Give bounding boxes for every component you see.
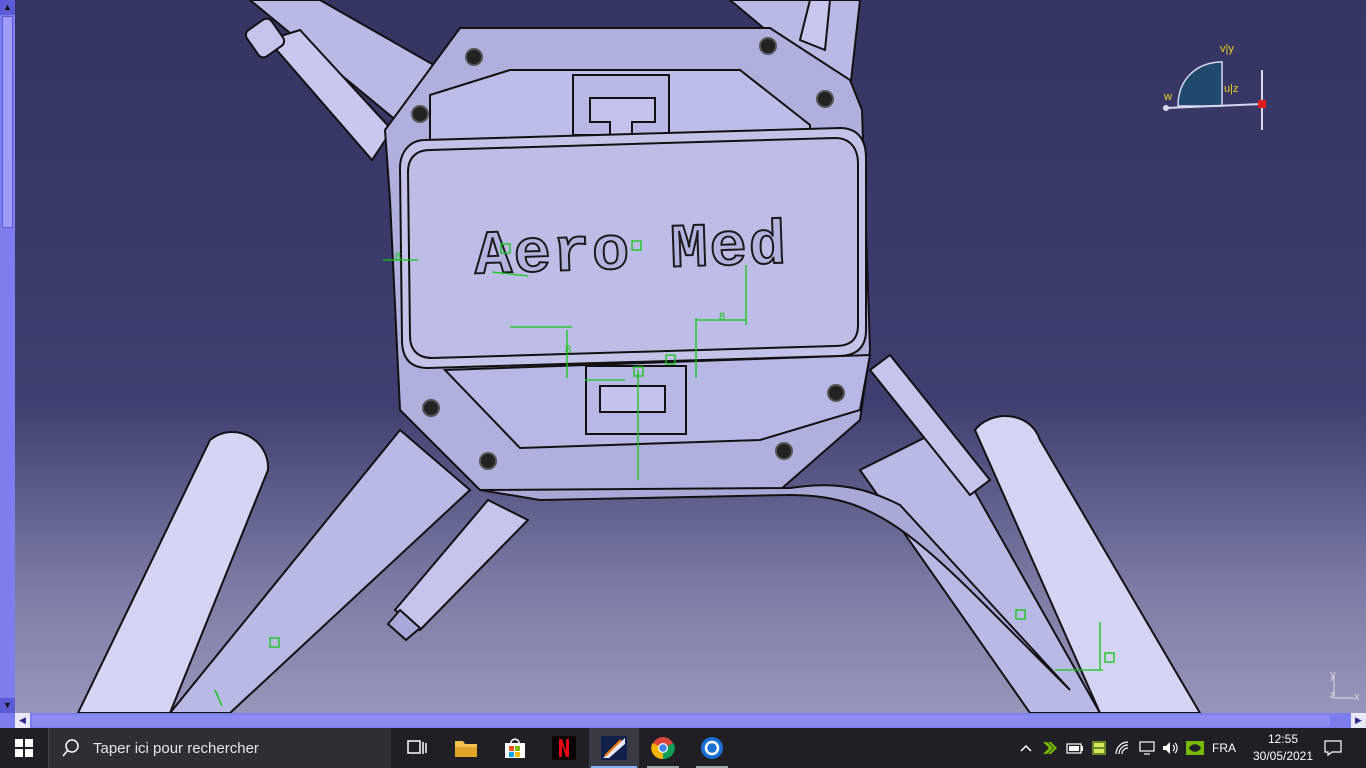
- app-ring-icon: [701, 737, 723, 759]
- windows-logo-icon: [15, 739, 33, 757]
- compass-axis-u: u|z: [1224, 83, 1238, 95]
- engraved-text: Aero Med: [473, 211, 789, 293]
- search-input[interactable]: [91, 738, 375, 758]
- clock[interactable]: 12:55 30/05/2021: [1248, 731, 1318, 765]
- wifi-icon: [1115, 741, 1129, 755]
- notifications-button[interactable]: [1318, 728, 1348, 768]
- notification-icon: [1324, 740, 1342, 757]
- taskbar-search[interactable]: [48, 728, 391, 768]
- task-view-button[interactable]: [393, 728, 441, 768]
- task-view-icon: [407, 740, 427, 754]
- horizontal-scroll-thumb[interactable]: [32, 715, 1330, 726]
- netflix-button[interactable]: [540, 728, 588, 768]
- mini-axis-x: x: [1354, 691, 1360, 703]
- tray-network[interactable]: [1112, 728, 1134, 768]
- catia-icon: [601, 736, 627, 760]
- mini-axis-y: y: [1330, 669, 1336, 681]
- battery-icon: [1066, 743, 1083, 754]
- tray-app[interactable]: [1088, 728, 1110, 768]
- netflix-icon: [552, 736, 576, 760]
- speaker-icon: [1163, 742, 1178, 754]
- tray-display[interactable]: [1136, 728, 1158, 768]
- scroll-up-button[interactable]: ▲: [0, 0, 15, 15]
- tray-battery[interactable]: [1064, 728, 1086, 768]
- clock-date: 30/05/2021: [1252, 749, 1314, 763]
- language-indicator[interactable]: FRA: [1208, 728, 1240, 768]
- tray-app-icon: [1092, 741, 1106, 755]
- svg-text:8: 8: [565, 344, 571, 356]
- clock-time: 12:55: [1267, 732, 1299, 746]
- vertical-scrollbar[interactable]: ▲ ▼: [0, 0, 15, 713]
- tray-nvidia-geforce[interactable]: [1040, 728, 1060, 768]
- chrome-icon: [651, 737, 675, 760]
- tray-nvidia[interactable]: [1184, 728, 1206, 768]
- double-chevron-icon: [1043, 742, 1057, 754]
- horizontal-scrollbar[interactable]: ◀ ▶: [0, 713, 1366, 728]
- catia-button[interactable]: [589, 728, 639, 768]
- search-icon: [62, 739, 79, 757]
- scroll-right-button[interactable]: ▶: [1351, 713, 1366, 728]
- vertical-scroll-thumb[interactable]: [2, 16, 13, 228]
- chevron-up-icon: [1020, 744, 1032, 752]
- scroll-left-button[interactable]: ◀: [15, 713, 30, 728]
- folder-icon: [455, 741, 477, 757]
- store-icon: [505, 738, 525, 758]
- 3d-viewport[interactable]: Aero Med 8 8 8 v|y w u|z y z x ▲ ▼ ◀ ▶: [0, 0, 1366, 728]
- mini-axis-widget: y z x: [1330, 669, 1360, 703]
- store-button[interactable]: [491, 728, 539, 768]
- monitor-icon: [1139, 741, 1155, 755]
- t-slot-top: [572, 74, 670, 136]
- mini-axis-z: z: [1330, 690, 1335, 701]
- compass-widget[interactable]: v|y w u|z: [1150, 38, 1290, 138]
- svg-text:8: 8: [395, 251, 401, 263]
- tray-volume[interactable]: [1160, 728, 1182, 768]
- compass-axis-w: w: [1163, 91, 1172, 103]
- compass-axis-v: v|y: [1220, 43, 1234, 55]
- chrome-button[interactable]: [639, 728, 687, 768]
- nvidia-icon: [1186, 741, 1204, 755]
- scroll-down-button[interactable]: ▼: [0, 698, 15, 713]
- svg-text:8: 8: [719, 311, 725, 323]
- tray-expand-button[interactable]: [1016, 728, 1036, 768]
- file-explorer-button[interactable]: [442, 728, 490, 768]
- taskbar: FRA 12:55 30/05/2021: [0, 728, 1366, 768]
- start-button[interactable]: [0, 728, 48, 768]
- blue-app-button[interactable]: [688, 728, 736, 768]
